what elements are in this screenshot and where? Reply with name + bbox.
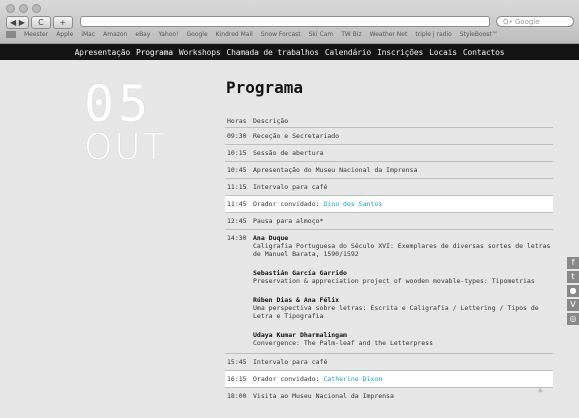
row-description: Sessão de abertura bbox=[253, 149, 324, 157]
speaker-name: Sebastián García Garrido bbox=[253, 269, 347, 277]
table-row: 12:45 Pausa para almoço* bbox=[225, 212, 553, 229]
table-row-highlight: 16:15 Orador convidado: Catherine Dixon bbox=[225, 370, 553, 387]
row-time: 18:00 bbox=[227, 392, 247, 400]
bookmark-item[interactable]: Google bbox=[187, 31, 208, 38]
bookmark-item[interactable]: TW Biz bbox=[341, 31, 361, 38]
bookmarks-bar: Meester Apple iMac Amazon eBay Yahoo! Go… bbox=[6, 31, 498, 38]
row-time: 11:45 bbox=[227, 200, 247, 208]
nav-inscricoes[interactable]: Inscrições bbox=[377, 48, 423, 57]
row-description: Orador convidado: Catherine Dixon bbox=[253, 375, 553, 383]
row-description: Receção e Secretariado bbox=[253, 132, 340, 140]
speaker-name: Ana Duque bbox=[253, 234, 289, 242]
site-navigation: Apresentação Programa Workshops Chamada … bbox=[0, 44, 579, 60]
header-description: Descrição bbox=[253, 116, 289, 125]
nav-workshops[interactable]: Workshops bbox=[179, 48, 221, 57]
nav-contactos[interactable]: Contactos bbox=[463, 48, 505, 57]
row-description: Intervalo para café bbox=[253, 358, 328, 366]
row-time: 10:45 bbox=[227, 166, 247, 174]
bookmark-item[interactable]: eBay bbox=[135, 31, 150, 38]
row-time: 11:15 bbox=[227, 183, 247, 191]
minimize-window-button[interactable] bbox=[19, 4, 28, 13]
date-day: 05 bbox=[84, 75, 153, 133]
row-time: 14:30 bbox=[227, 234, 247, 242]
search-field[interactable]: Q• Google bbox=[496, 16, 574, 27]
row-label: Orador convidado: bbox=[253, 200, 324, 208]
facebook-icon[interactable]: f bbox=[567, 257, 579, 269]
row-time: 10:15 bbox=[227, 149, 247, 157]
row-time: 09:30 bbox=[227, 132, 247, 140]
bookmark-item[interactable]: Weather Net bbox=[370, 31, 408, 38]
talk-entry: Ana Duque Caligrafia Portuguesa do Sécul… bbox=[253, 234, 553, 258]
row-description: Pausa para almoço* bbox=[253, 217, 324, 225]
close-window-button[interactable] bbox=[6, 4, 15, 13]
social-sidebar: f t ● V ◎ bbox=[567, 257, 579, 325]
date-month: OUT bbox=[84, 127, 167, 168]
row-time: 16:15 bbox=[227, 375, 247, 383]
show-bookmarks-icon[interactable] bbox=[6, 31, 16, 38]
table-row-highlight: 11:45 Orador convidado: Dino dos Santos bbox=[225, 195, 553, 212]
bookmark-item[interactable]: Amazon bbox=[103, 31, 127, 38]
bookmark-item[interactable]: Kindred Mail bbox=[216, 31, 253, 38]
row-label: Orador convidado: bbox=[253, 375, 324, 383]
speaker-name: Udaya Kumar Dharmalingam bbox=[253, 331, 347, 339]
row-time: 15:45 bbox=[227, 358, 247, 366]
back-forward-buttons[interactable]: ◀ ▶ bbox=[6, 16, 29, 29]
window-controls[interactable] bbox=[6, 4, 41, 13]
nav-chamada[interactable]: Chamada de trabalhos bbox=[226, 48, 319, 57]
bookmark-item[interactable]: Snow Forcast bbox=[261, 31, 301, 38]
add-bookmark-button[interactable]: + bbox=[52, 16, 73, 29]
row-description: Visita ao Museu Nacional da Imprensa bbox=[253, 392, 394, 400]
nav-apresentacao[interactable]: Apresentação bbox=[75, 48, 131, 57]
reload-button[interactable]: C bbox=[30, 16, 51, 29]
talk-entry: Udaya Kumar Dharmalingam Convergence: Th… bbox=[253, 331, 553, 347]
bookmark-item[interactable]: iMac bbox=[81, 31, 95, 38]
speaker-link[interactable]: Catherine Dixon bbox=[323, 375, 382, 383]
bookmark-item[interactable]: triple j radio bbox=[415, 31, 451, 38]
row-time: 12:45 bbox=[227, 217, 247, 225]
bookmark-item[interactable]: StyleBoost™ bbox=[460, 31, 498, 38]
browser-chrome: ◀ ▶ C + Q• Google Meester Apple iMac Ama… bbox=[0, 0, 579, 44]
talk-title: Caligrafia Portuguesa do Século XVI: Exe… bbox=[253, 242, 551, 258]
bookmark-item[interactable]: Apple bbox=[56, 31, 73, 38]
speaker-name: Rúben Dias & Ana Félix bbox=[253, 296, 340, 304]
table-row: 10:45 Apresentação do Museu Nacional da … bbox=[225, 161, 553, 178]
table-row: 18:00 Visita ao Museu Nacional da Impren… bbox=[225, 387, 553, 404]
address-bar[interactable] bbox=[80, 16, 490, 27]
header-time: Horas bbox=[227, 116, 247, 125]
table-row: 15:45 Intervalo para café bbox=[225, 353, 553, 370]
nav-locais[interactable]: Locais bbox=[429, 48, 457, 57]
speaker-link[interactable]: Dino dos Santos bbox=[323, 200, 382, 208]
table-row: 09:30 Receção e Secretariado bbox=[225, 127, 553, 144]
twitter-icon[interactable]: t bbox=[567, 271, 579, 283]
talk-entry: Sebastián García Garrido Preservation & … bbox=[253, 269, 553, 285]
bookmark-item[interactable]: Yahoo! bbox=[158, 31, 178, 38]
talk-title: Uma perspectiva sobre letras: Escrita e … bbox=[253, 304, 539, 320]
bookmark-item[interactable]: Ski Cam bbox=[309, 31, 334, 38]
instagram-icon[interactable]: ◎ bbox=[567, 313, 579, 325]
scroll-to-top-icon[interactable]: ▲ bbox=[538, 385, 548, 394]
row-description: Ana Duque Caligrafia Portuguesa do Sécul… bbox=[253, 234, 553, 349]
row-description: Orador convidado: Dino dos Santos bbox=[253, 200, 553, 208]
schedule-table: Horas Descrição 09:30 Receção e Secretar… bbox=[225, 114, 553, 404]
page-title: Programa bbox=[226, 78, 304, 97]
flickr-icon[interactable]: ● bbox=[567, 285, 579, 297]
bookmark-item[interactable]: Meester bbox=[24, 31, 48, 38]
row-description: Apresentação do Museu Nacional da Impren… bbox=[253, 166, 418, 174]
table-row: 11:15 Intervalo para café bbox=[225, 178, 553, 195]
zoom-window-button[interactable] bbox=[32, 4, 41, 13]
talk-entry: Rúben Dias & Ana Félix Uma perspectiva s… bbox=[253, 296, 553, 320]
table-row: 14:30 Ana Duque Caligrafia Portuguesa do… bbox=[225, 229, 553, 353]
table-header: Horas Descrição bbox=[225, 114, 553, 127]
table-row: 10:15 Sessão de abertura bbox=[225, 144, 553, 161]
row-description: Intervalo para café bbox=[253, 183, 328, 191]
vimeo-icon[interactable]: V bbox=[567, 299, 579, 311]
nav-calendario[interactable]: Calendário bbox=[325, 48, 371, 57]
nav-programa[interactable]: Programa bbox=[136, 48, 173, 57]
talk-title: Convergence: The Palm-leaf and the Lette… bbox=[253, 339, 434, 347]
talk-title: Preservation & appreciation project of w… bbox=[253, 277, 535, 285]
event-date: 05 OUT bbox=[84, 75, 167, 168]
